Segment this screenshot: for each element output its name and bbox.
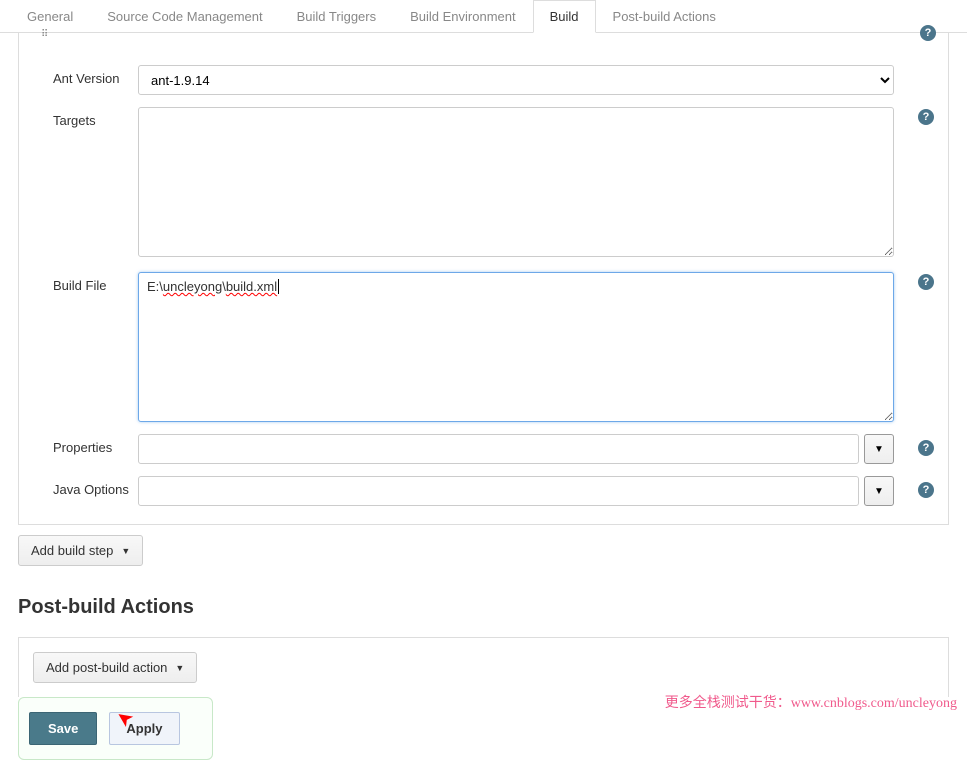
invoke-ant-panel: ⠿ ? Ant Version ant-1.9.14 Targets ? Bui… — [18, 33, 949, 525]
properties-label: Properties — [33, 434, 138, 455]
build-file-label: Build File — [33, 272, 138, 293]
properties-input[interactable] — [138, 434, 859, 464]
caret-down-icon: ▼ — [175, 663, 184, 673]
tab-environment[interactable]: Build Environment — [393, 0, 533, 33]
help-icon[interactable]: ? — [920, 25, 936, 41]
drag-handle-icon[interactable]: ⠿ — [41, 29, 47, 40]
watermark-text: 更多全栈测试干货：www.cnblogs.com/uncleyong — [665, 692, 957, 712]
help-icon[interactable]: ? — [918, 440, 934, 456]
help-icon[interactable]: ? — [918, 109, 934, 125]
post-build-panel: Add post-build action ▼ — [18, 637, 949, 697]
ant-version-select[interactable]: ant-1.9.14 — [138, 65, 894, 95]
properties-expand-button[interactable]: ▼ — [864, 434, 894, 464]
tab-post-build[interactable]: Post-build Actions — [596, 0, 733, 33]
java-options-expand-button[interactable]: ▼ — [864, 476, 894, 506]
java-options-input[interactable] — [138, 476, 859, 506]
java-options-label: Java Options — [33, 476, 138, 497]
build-file-textarea[interactable]: E:\uncleyong\build.xml — [138, 272, 894, 422]
tab-triggers[interactable]: Build Triggers — [280, 0, 393, 33]
caret-down-icon: ▼ — [121, 546, 130, 556]
config-tabs: General Source Code Management Build Tri… — [0, 0, 967, 33]
tab-build[interactable]: Build — [533, 0, 596, 33]
help-icon[interactable]: ? — [918, 274, 934, 290]
tab-general[interactable]: General — [10, 0, 90, 33]
chevron-down-icon: ▼ — [874, 444, 884, 455]
content-area: ⠿ ? Ant Version ant-1.9.14 Targets ? Bui… — [0, 33, 967, 760]
apply-button[interactable]: Apply — [109, 712, 179, 745]
save-button[interactable]: Save — [29, 712, 97, 745]
footer-buttons: Save ➤ Apply — [18, 697, 213, 760]
add-post-build-action-button[interactable]: Add post-build action ▼ — [33, 652, 197, 683]
add-build-step-button[interactable]: Add build step ▼ — [18, 535, 143, 566]
targets-label: Targets — [33, 107, 138, 128]
targets-textarea[interactable] — [138, 107, 894, 257]
ant-version-label: Ant Version — [33, 65, 138, 86]
help-icon[interactable]: ? — [918, 482, 934, 498]
chevron-down-icon: ▼ — [874, 486, 884, 497]
tab-scm[interactable]: Source Code Management — [90, 0, 279, 33]
post-build-heading: Post-build Actions — [18, 596, 949, 619]
